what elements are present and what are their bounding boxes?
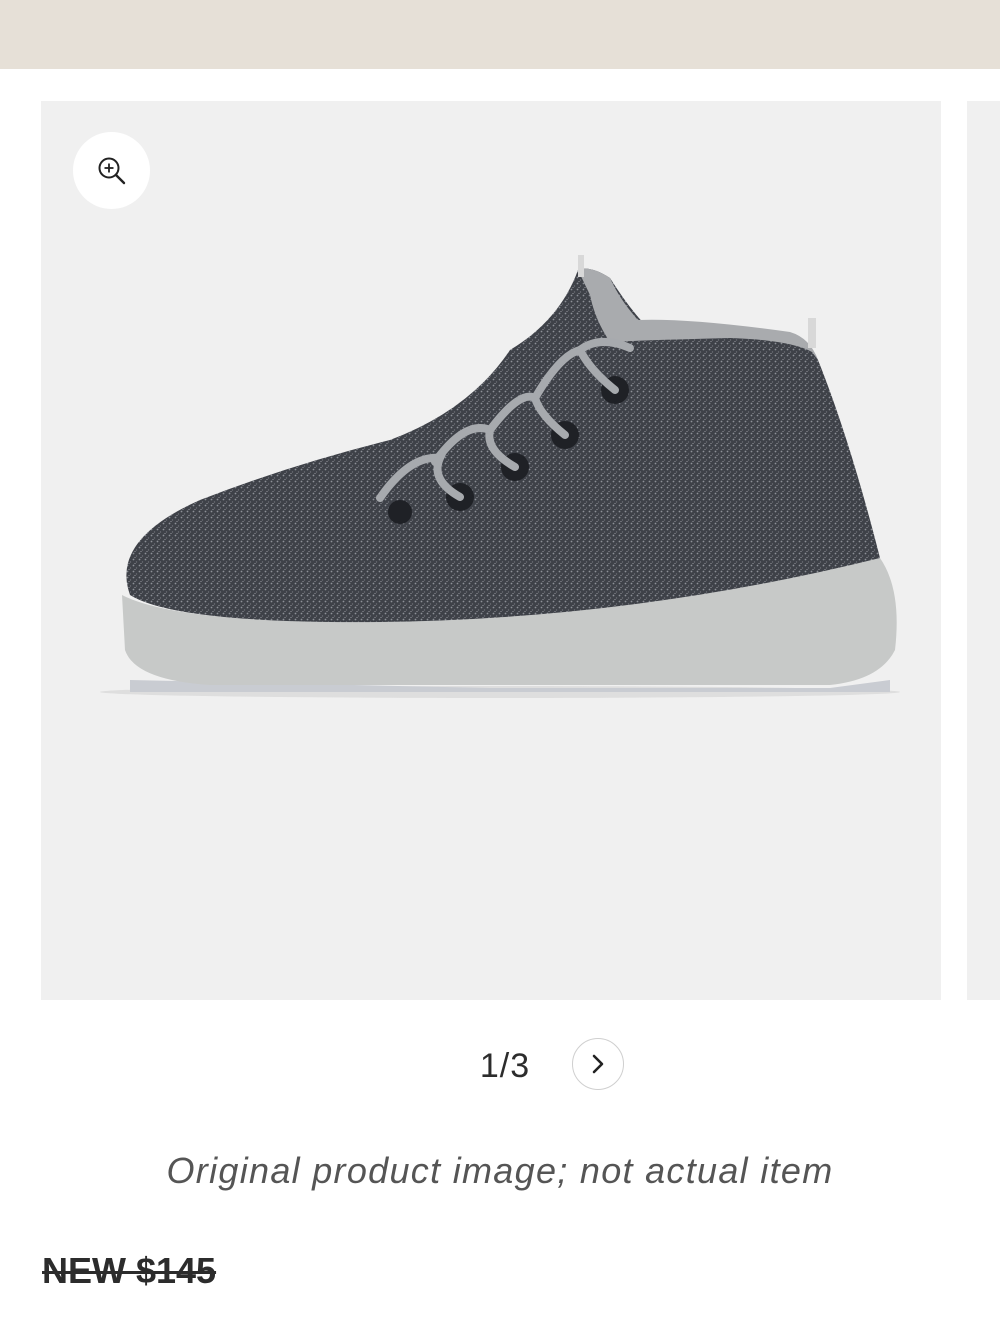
image-pager: 1/3 (0, 1035, 1000, 1095)
sneaker-image (100, 255, 900, 698)
image-counter: 1/3 (479, 1047, 531, 1085)
zoom-in-icon (98, 157, 125, 184)
top-banner (0, 0, 1000, 69)
next-image-button[interactable] (572, 1038, 624, 1090)
original-price: NEW $145 (42, 1250, 217, 1291)
chevron-right-icon (592, 1054, 604, 1074)
next-image-slide-peek[interactable] (967, 101, 1000, 1000)
image-disclaimer: Original product image; not actual item (166, 1150, 834, 1191)
zoom-button[interactable] (73, 132, 150, 209)
